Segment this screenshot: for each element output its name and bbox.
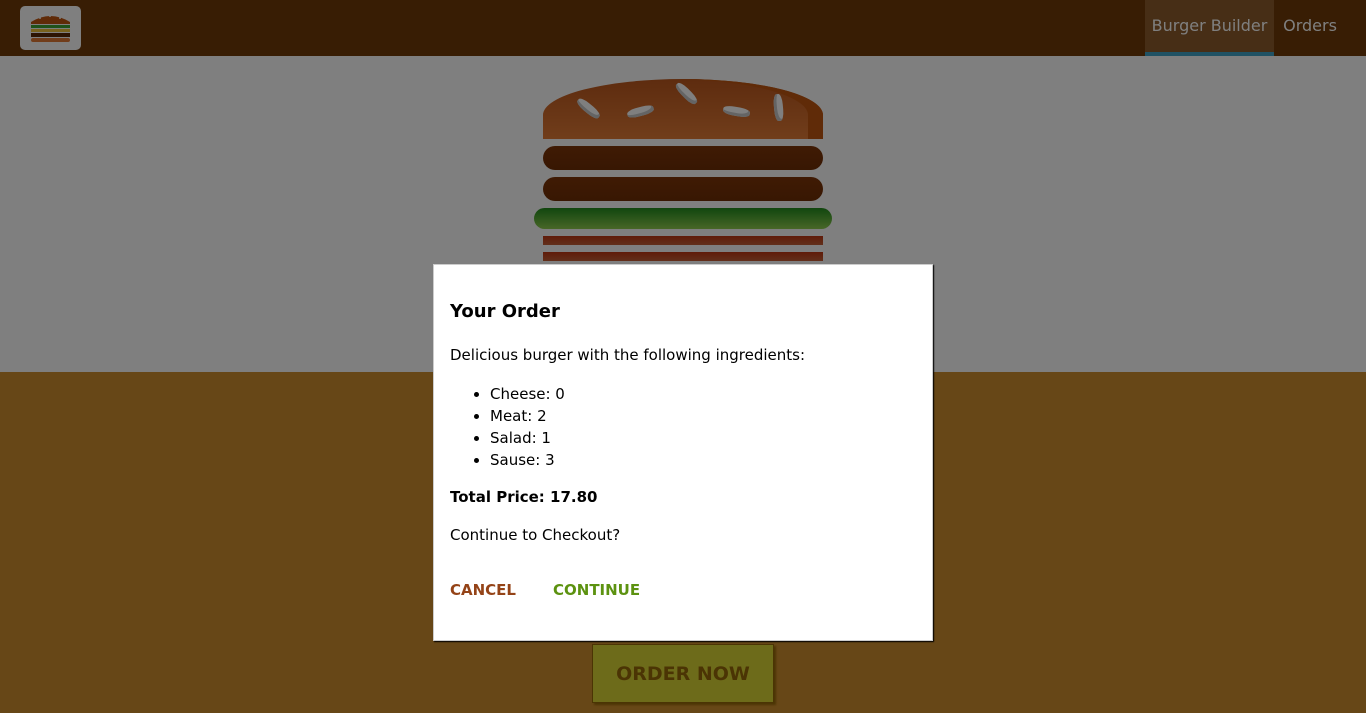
ingredient-item-meat: Meat: 2 [490, 405, 565, 427]
total-price: Total Price: 17.80 [450, 488, 598, 506]
ingredient-list: Cheese: 0 Meat: 2 Salad: 1 Sause: 3 [450, 383, 565, 471]
ingredient-item-cheese: Cheese: 0 [490, 383, 565, 405]
modal-description: Delicious burger with the following ingr… [450, 346, 806, 364]
ingredient-item-sause: Sause: 3 [490, 449, 565, 471]
modal-title: Your Order [450, 301, 560, 322]
cancel-button[interactable]: CANCEL [450, 581, 516, 599]
app-root: Burger Builder Orders ORDER NOW Your Ord… [0, 0, 1366, 713]
order-summary-modal: Your Order Delicious burger with the fol… [433, 264, 933, 641]
continue-button[interactable]: CONTINUE [553, 581, 640, 599]
ingredient-item-salad: Salad: 1 [490, 427, 565, 449]
checkout-question: Continue to Checkout? [450, 526, 621, 544]
